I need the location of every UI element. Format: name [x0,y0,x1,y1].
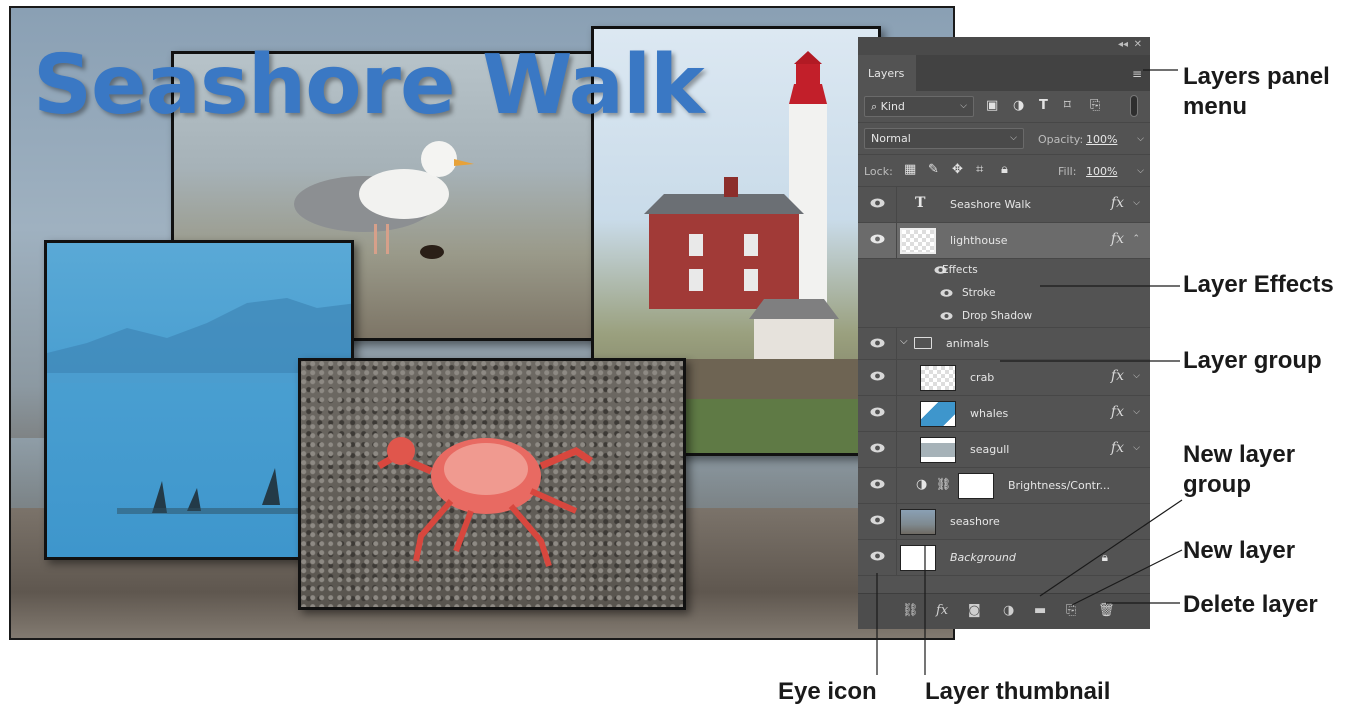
leader-lines [876,69,1183,675]
callout-line: Layers panel [1183,63,1330,90]
callout-new-layer-group: New layer group [1183,440,1295,500]
callout-layer-effects: Layer Effects [1183,271,1334,298]
callout-layer-group: Layer group [1183,347,1322,374]
callout-line: menu [1183,93,1248,120]
callout-line: group [1183,471,1251,498]
callout-layer-thumbnail: Layer thumbnail [925,678,1111,705]
leader-new-layer-group [1039,499,1183,597]
callout-eye-icon: Eye icon [778,678,877,705]
callout-delete-layer: Delete layer [1183,591,1318,618]
callout-layers-panel-menu: Layers panel menu [1183,62,1330,122]
callout-new-layer: New layer [1183,537,1296,564]
callout-line: New layer [1183,441,1296,468]
leader-new-layer [1071,549,1183,606]
